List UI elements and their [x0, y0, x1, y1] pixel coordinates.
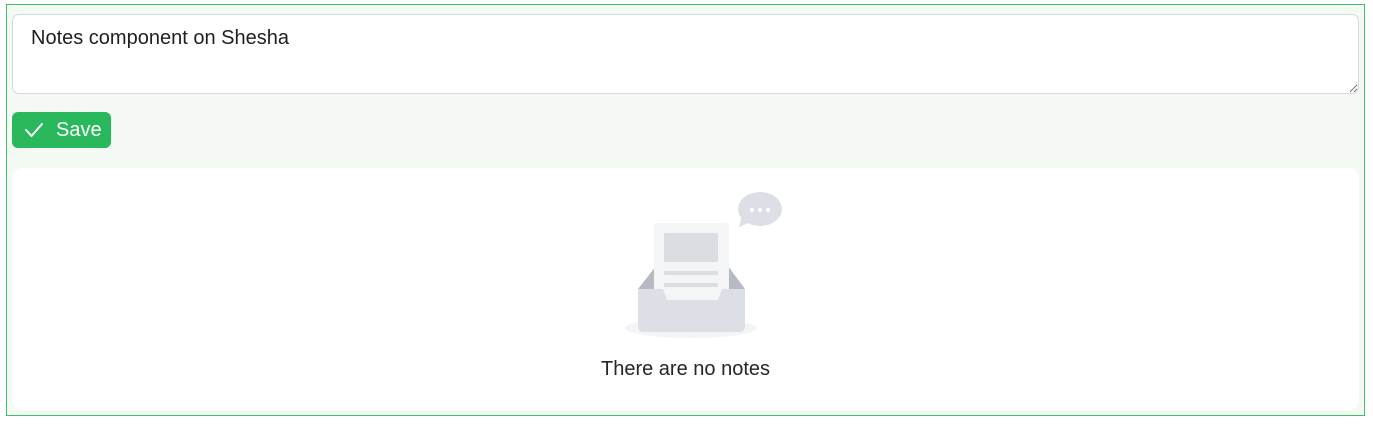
check-icon [25, 123, 43, 137]
notes-list: There are no notes [12, 168, 1359, 410]
notes-panel: Notes component on Shesha Save There are… [6, 4, 1365, 416]
save-button-label: Save [56, 118, 102, 141]
note-input[interactable]: Notes component on Shesha [12, 14, 1359, 94]
empty-inbox-icon [625, 192, 782, 338]
empty-notes-message: There are no notes [601, 358, 770, 380]
save-button[interactable]: Save [12, 112, 111, 148]
